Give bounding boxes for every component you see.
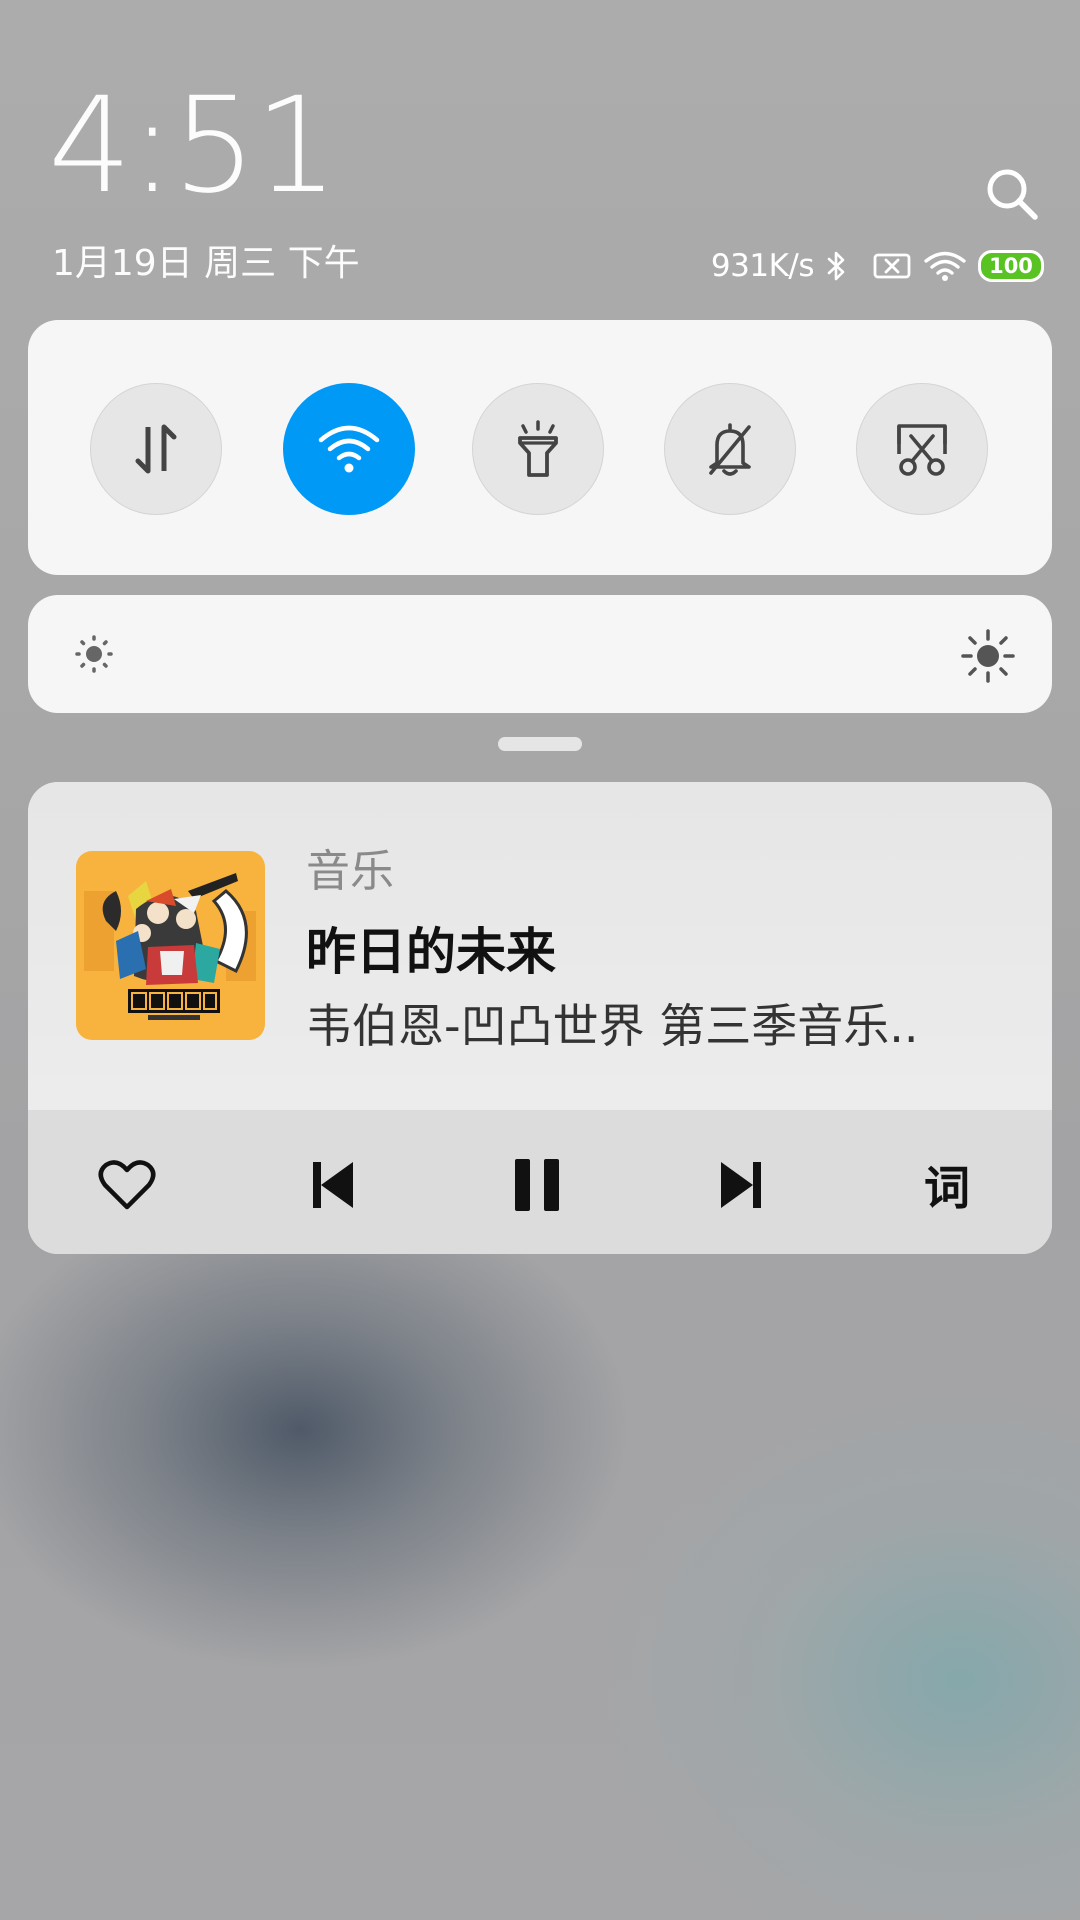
music-notification[interactable]: 音乐 昨日的未来 韦伯恩-凹凸世界 第三季音乐.. 词 <box>28 782 1052 1254</box>
bluetooth-icon <box>827 251 845 281</box>
music-info-area[interactable]: 音乐 昨日的未来 韦伯恩-凹凸世界 第三季音乐.. <box>28 782 1052 1110</box>
like-button[interactable] <box>92 1150 162 1220</box>
skip-next-icon <box>721 1162 761 1208</box>
search-icon <box>987 169 1038 220</box>
network-speed: 931K/s <box>710 248 815 284</box>
lyrics-button[interactable]: 词 <box>912 1150 982 1220</box>
search-button[interactable] <box>984 166 1040 222</box>
toggle-wifi[interactable] <box>283 383 415 515</box>
next-button[interactable] <box>706 1150 776 1220</box>
toggle-mobile-data[interactable] <box>90 383 222 515</box>
song-artist: 韦伯恩-凹凸世界 第三季音乐.. <box>306 999 919 1053</box>
app-name: 音乐 <box>306 846 394 897</box>
wifi-signal-icon <box>924 251 966 281</box>
brightness-slider[interactable] <box>28 595 1052 713</box>
quick-toggles-panel <box>28 320 1052 575</box>
pause-icon <box>515 1159 559 1211</box>
album-cover <box>76 851 265 1040</box>
data-transfer-icon <box>135 424 177 474</box>
bell-off-icon <box>709 423 751 476</box>
brightness-low-icon <box>75 635 113 673</box>
flashlight-icon <box>518 420 558 477</box>
skip-previous-icon <box>313 1162 353 1208</box>
heart-icon <box>98 1160 156 1210</box>
wifi-icon <box>318 425 380 473</box>
toggle-mute[interactable] <box>664 383 796 515</box>
brightness-high-icon <box>961 629 1015 683</box>
toggle-flashlight[interactable] <box>472 383 604 515</box>
screenshot-scissors-icon <box>897 424 947 476</box>
previous-button[interactable] <box>298 1150 368 1220</box>
battery-icon: 100 <box>978 250 1044 282</box>
battery-level: 100 <box>989 254 1033 278</box>
song-title: 昨日的未来 <box>306 923 556 981</box>
clock-time: 4:51 <box>48 69 338 223</box>
status-bar-right: 931K/s 100 <box>711 244 1044 288</box>
pause-button[interactable] <box>502 1150 572 1220</box>
music-controls: 词 <box>28 1110 1052 1254</box>
no-sim-icon <box>873 253 911 279</box>
date-text: 1月19日 周三 下午 <box>52 243 360 284</box>
toggle-screenshot[interactable] <box>856 383 988 515</box>
panel-drag-handle[interactable] <box>498 737 582 751</box>
